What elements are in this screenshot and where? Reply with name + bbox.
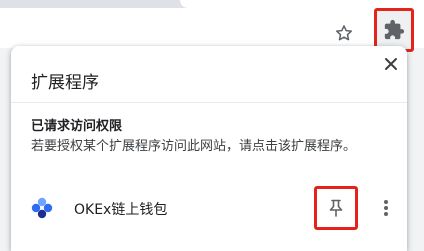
access-requested-description: 若要授权某个扩展程序访问此网站，请点击该扩展程序。 (31, 139, 357, 154)
browser-window: 扩展程序 已请求访问权限 若要授权某个扩展程序访问此网站，请点击该扩展程序。 O… (0, 0, 424, 251)
puzzle-piece-icon (384, 19, 405, 40)
more-actions-button[interactable] (375, 196, 397, 220)
pin-extension-button[interactable] (314, 186, 358, 230)
close-button[interactable] (379, 52, 403, 76)
okex-logo-icon (31, 197, 53, 219)
extension-row[interactable]: OKEx链上钱包 (11, 182, 407, 234)
popup-title: 扩展程序 (31, 73, 99, 93)
extension-name: OKEx链上钱包 (74, 202, 168, 218)
bookmark-star-button[interactable] (330, 19, 358, 47)
active-tab-edge (180, 0, 424, 8)
pin-icon (329, 199, 343, 217)
browser-toolbar (0, 8, 424, 48)
popup-divider (11, 102, 407, 103)
more-vert-icon (384, 200, 388, 216)
star-outline-icon (336, 25, 352, 41)
extensions-popup: 扩展程序 已请求访问权限 若要授权某个扩展程序访问此网站，请点击该扩展程序。 O… (11, 46, 407, 251)
access-requested-heading: 已请求访问权限 (31, 119, 123, 134)
close-icon (385, 58, 397, 70)
